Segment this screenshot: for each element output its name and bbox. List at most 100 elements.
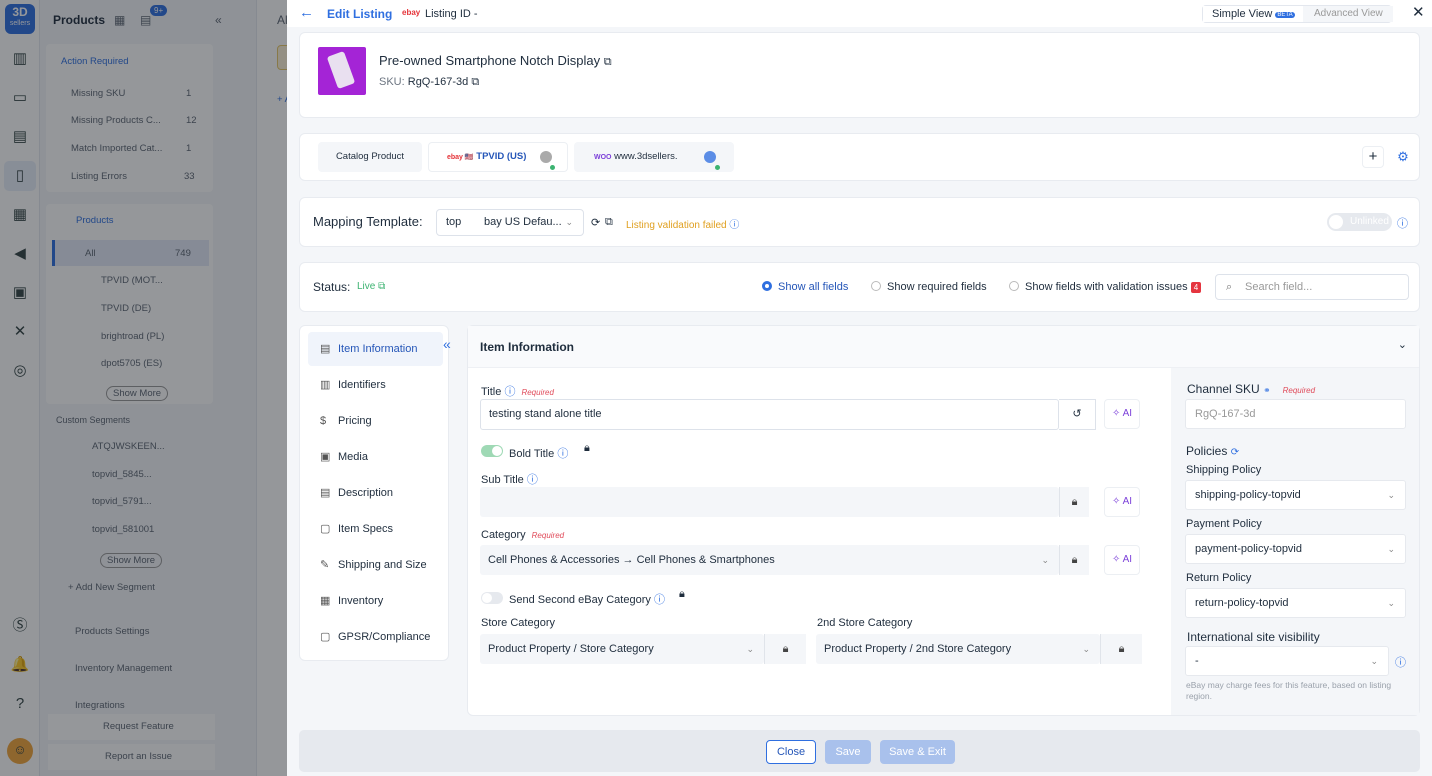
subtitle-label: Sub Title ⓘ (481, 474, 538, 486)
bold-title-label: Bold Title ⓘ (509, 448, 569, 460)
status-value[interactable]: Live ⧉ (357, 281, 385, 292)
return-policy-select[interactable]: return-policy-topvid ⌄ (1185, 588, 1406, 618)
external-link-icon[interactable]: ⧉ (605, 216, 613, 229)
copy-icon[interactable]: ⧉ (604, 56, 612, 68)
category-select[interactable]: Cell Phones & Accessories → Cell Phones … (480, 545, 1059, 575)
item-info-icon: ▤ (320, 343, 331, 355)
nav-inventory[interactable]: ▦ Inventory (308, 584, 443, 618)
info-icon: ⓘ (557, 448, 569, 460)
nav-gpsr[interactable]: ▢ GPSR/Compliance (308, 620, 443, 654)
unlinked-toggle[interactable]: Unlinked (1327, 213, 1392, 231)
radio-show-issues[interactable]: Show fields with validation issues 4 (1009, 281, 1202, 293)
bold-title-toggle[interactable] (481, 445, 503, 457)
image-icon: ▣ (320, 451, 331, 463)
mapping-template-bar: Mapping Template: top bay US Defau... ⌄ ⟳ … (299, 197, 1420, 247)
nav-identifiers[interactable]: ▥ Identifiers (308, 368, 443, 402)
radio-show-all[interactable]: Show all fields (762, 281, 848, 293)
radio-show-required[interactable]: Show required fields (871, 281, 987, 293)
ai-button[interactable]: ✧ AI (1104, 399, 1140, 429)
woo-icon: WOO (594, 154, 612, 161)
title-input[interactable]: testing stand alone title (480, 399, 1059, 430)
close-icon[interactable]: ✕ (1412, 3, 1425, 21)
tab-catalog-product[interactable]: Catalog Product (318, 142, 422, 172)
close-button[interactable]: Close (766, 740, 816, 764)
ebay-flag-icon: ebay 🇺🇸 (447, 154, 474, 161)
channel-sku-label: Channel SKU ⚭ Required (1187, 382, 1316, 396)
view-toggle: Simple View BETA Advanced View (1202, 5, 1393, 23)
tab-tpvid-us[interactable]: ebay 🇺🇸 TPVID (US) (428, 142, 568, 172)
chevron-down-icon: ⌄ (1370, 656, 1378, 666)
modal-footer: Close Save Save & Exit (299, 730, 1420, 772)
lock-icon[interactable]: 🔒︎ (1059, 545, 1089, 575)
payment-policy-label: Payment Policy (1186, 518, 1262, 530)
refresh-icon[interactable]: ⟳ (591, 216, 600, 229)
modal-header: ← Edit Listing ebay Listing ID - Simple … (287, 0, 1432, 27)
shipping-policy-select[interactable]: shipping-policy-topvid ⌄ (1185, 480, 1406, 510)
search-field-input[interactable]: ⌕ Search field... (1215, 274, 1409, 300)
second-category-toggle[interactable] (481, 592, 503, 604)
intl-visibility-select[interactable]: - ⌄ (1185, 646, 1389, 676)
simple-view-option[interactable]: Simple View BETA (1203, 6, 1302, 22)
tab-woo-store[interactable]: WOO www.3dsellers. (574, 142, 734, 172)
category-label: Category Required (481, 529, 565, 541)
store-category-label: Store Category (481, 617, 555, 629)
collapse-nav-icon[interactable]: « (443, 336, 451, 352)
item-information-section: Item Information ⌄ Title ⓘ Required testi… (467, 325, 1420, 716)
barcode-icon: ▥ (320, 379, 331, 391)
store-category2-select[interactable]: Product Property / 2nd Store Category ⌄ (816, 634, 1100, 664)
gear-icon[interactable]: ⚙ (1392, 146, 1414, 168)
nav-pricing[interactable]: $ Pricing (308, 404, 443, 438)
issues-count-badge: 4 (1190, 282, 1202, 293)
nav-description[interactable]: ▤ Description (308, 476, 443, 510)
modal-overlay[interactable] (0, 0, 287, 776)
info-icon[interactable]: ⓘ (1397, 215, 1408, 231)
save-exit-button[interactable]: Save & Exit (880, 740, 955, 764)
nav-shipping[interactable]: ✎ Shipping and Size (308, 548, 443, 582)
lock-icon[interactable]: 🔒︎ (584, 442, 590, 455)
lock-icon[interactable]: 🔒︎ (764, 634, 806, 664)
channel-tabs-bar: Catalog Product ebay 🇺🇸 TPVID (US) WOO w… (299, 133, 1420, 181)
return-policy-label: Return Policy (1186, 572, 1252, 584)
store-category-select[interactable]: Product Property / Store Category ⌄ (480, 634, 764, 664)
folder-icon: ▢ (320, 631, 331, 643)
validation-status: Listing validation failed ⓘ (626, 220, 740, 231)
channel-side-panel: Channel SKU ⚭ Required RgQ-167-3d Policie… (1171, 368, 1419, 715)
ebay-logo-icon: ebay (402, 8, 421, 17)
status-bar: Status: Live ⧉ Show all fields Show requ… (299, 262, 1420, 312)
payment-policy-select[interactable]: payment-policy-topvid ⌄ (1185, 534, 1406, 564)
copy-icon[interactable]: ⧉ (471, 76, 479, 88)
section-header[interactable]: Item Information ⌄ (468, 326, 1419, 368)
nav-item-information[interactable]: ▤ Item Information (308, 332, 443, 366)
lock-icon[interactable]: 🔒︎ (1100, 634, 1142, 664)
nav-item-specs[interactable]: ▢ Item Specs (308, 512, 443, 546)
ai-button[interactable]: ✧ AI (1104, 487, 1140, 517)
nav-media[interactable]: ▣ Media (308, 440, 443, 474)
subtitle-input[interactable] (480, 487, 1059, 517)
tag-icon: ✎ (320, 559, 330, 571)
title-label: Title ⓘ Required (481, 386, 554, 398)
chevron-down-icon: ⌄ (1387, 598, 1395, 608)
reset-icon[interactable]: ↺ (1059, 399, 1096, 430)
add-tab-button[interactable]: + (1362, 146, 1384, 168)
save-button[interactable]: Save (825, 740, 871, 764)
back-arrow-icon[interactable]: ← (299, 4, 314, 21)
product-thumbnail[interactable] (318, 47, 366, 95)
chevron-down-icon[interactable]: ⌄ (1398, 338, 1407, 351)
ai-button[interactable]: ✧ AI (1104, 545, 1140, 575)
policies-label: Policies ⟳ (1186, 444, 1240, 458)
chevron-down-icon: ⌄ (1387, 490, 1395, 500)
section-nav: ▤ Item Information « ▥ Identifiers $ Pricin… (299, 325, 451, 661)
lock-icon[interactable]: 🔒︎ (679, 588, 685, 601)
store-category2-label: 2nd Store Category (817, 617, 913, 629)
channel-sku-input[interactable]: RgQ-167-3d (1185, 399, 1406, 429)
info-icon[interactable]: ⓘ (1395, 654, 1406, 670)
refresh-icon[interactable]: ⟳ (1231, 447, 1239, 458)
link-status-icon (540, 151, 552, 163)
mapping-template-select[interactable]: top bay US Defau... ⌄ (436, 209, 584, 236)
lock-icon[interactable]: 🔒︎ (1059, 487, 1089, 517)
intl-visibility-note: eBay may charge fees for this feature, b… (1186, 680, 1392, 701)
edit-listing-modal: ← Edit Listing ebay Listing ID - Simple … (287, 0, 1432, 776)
advanced-view-option[interactable]: Advanced View (1303, 6, 1393, 22)
chevron-down-icon: ⌄ (1082, 644, 1090, 654)
chevron-down-icon: ⌄ (746, 644, 754, 654)
